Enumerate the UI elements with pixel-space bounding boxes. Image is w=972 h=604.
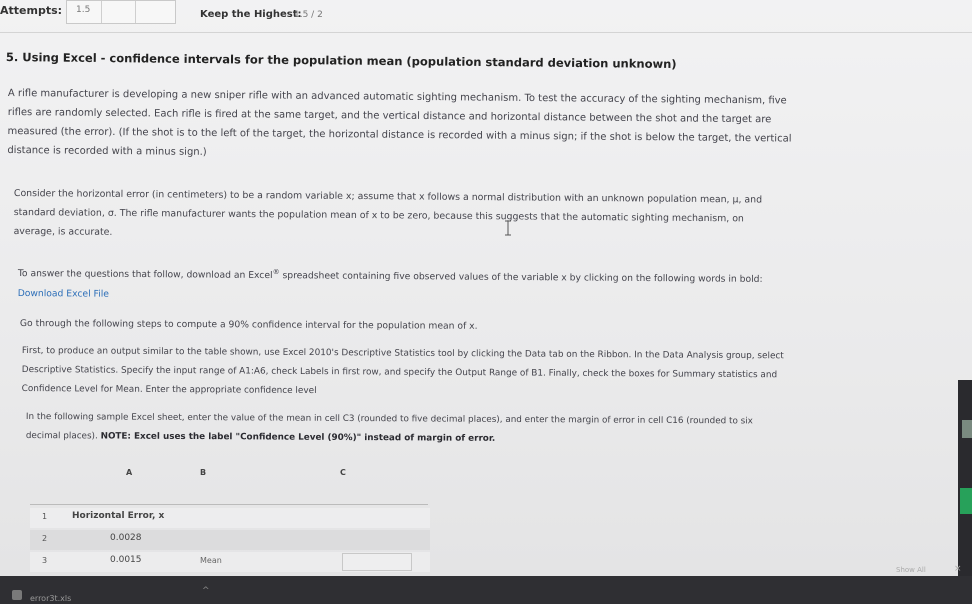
- cell-a1: Horizontal Error, x: [72, 511, 165, 521]
- header-divider: [0, 32, 972, 33]
- xls-file-icon: [12, 590, 22, 600]
- attempts-value: 1.5: [76, 5, 91, 15]
- row-number: 3: [42, 556, 48, 565]
- keep-highest-value: 1.5 / 2: [294, 10, 323, 20]
- random-variable-paragraph: Consider the horizontal error (in centim…: [13, 187, 763, 238]
- excel-note: NOTE: Excel uses the label "Confidence L…: [100, 431, 496, 444]
- steps-paragraph: Go through the following steps to comput…: [19, 317, 478, 332]
- download-file-name[interactable]: error3t.xls: [30, 594, 71, 603]
- column-header-a: A: [126, 468, 133, 477]
- question-title: 5. Using Excel - confidence intervals fo…: [5, 50, 677, 72]
- side-dock: [958, 380, 972, 580]
- chevron-up-icon[interactable]: ^: [202, 586, 210, 596]
- download-text-a: To answer the questions that follow, dow…: [17, 268, 273, 282]
- table-row: 2 0.0028: [30, 530, 430, 550]
- excel-taskbar-icon[interactable]: [960, 488, 972, 514]
- sample-excel-sheet: A B C 1 Horizontal Error, x 2 0.0028 3 0…: [30, 464, 430, 574]
- download-instructions-paragraph: To answer the questions that follow, dow…: [18, 260, 788, 310]
- excel-procedure-paragraph: First, to produce an output similar to t…: [21, 345, 784, 397]
- download-excel-link[interactable]: Download Excel File: [18, 288, 109, 300]
- column-header-c: C: [340, 468, 346, 477]
- cell-a3: 0.0015: [110, 555, 142, 565]
- header-rule: [30, 504, 428, 505]
- keep-highest-label: Keep the Highest:: [200, 9, 302, 20]
- attempts-bar: Attempts: 1.5 Keep the Highest: 1.5 / 2: [0, 0, 600, 26]
- column-header-b: B: [200, 468, 207, 477]
- row-number: 2: [42, 534, 48, 543]
- table-row: 3 0.0015 Mean: [30, 552, 430, 572]
- mean-input-c3[interactable]: [342, 553, 412, 571]
- browser-page: Attempts: 1.5 Keep the Highest: 1.5 / 2 …: [0, 0, 972, 604]
- cell-b3: Mean: [200, 556, 222, 565]
- close-icon[interactable]: ×: [954, 564, 962, 574]
- show-all-button[interactable]: Show All: [896, 566, 926, 574]
- sample-sheet-instructions: In the following sample Excel sheet, ent…: [26, 408, 786, 451]
- registered-mark: ®: [272, 267, 280, 277]
- cell-a2: 0.0028: [110, 533, 142, 543]
- attempts-label: Attempts:: [0, 4, 63, 17]
- question-intro-paragraph: A rifle manufacturer is developing a new…: [7, 87, 792, 158]
- row-number: 1: [42, 512, 48, 521]
- side-dock-item[interactable]: [962, 420, 972, 438]
- text-cursor-icon: [505, 220, 511, 236]
- download-bar: [0, 576, 972, 604]
- download-text-b: spreadsheet containing five observed val…: [279, 270, 763, 285]
- table-row: 1 Horizontal Error, x: [30, 508, 430, 528]
